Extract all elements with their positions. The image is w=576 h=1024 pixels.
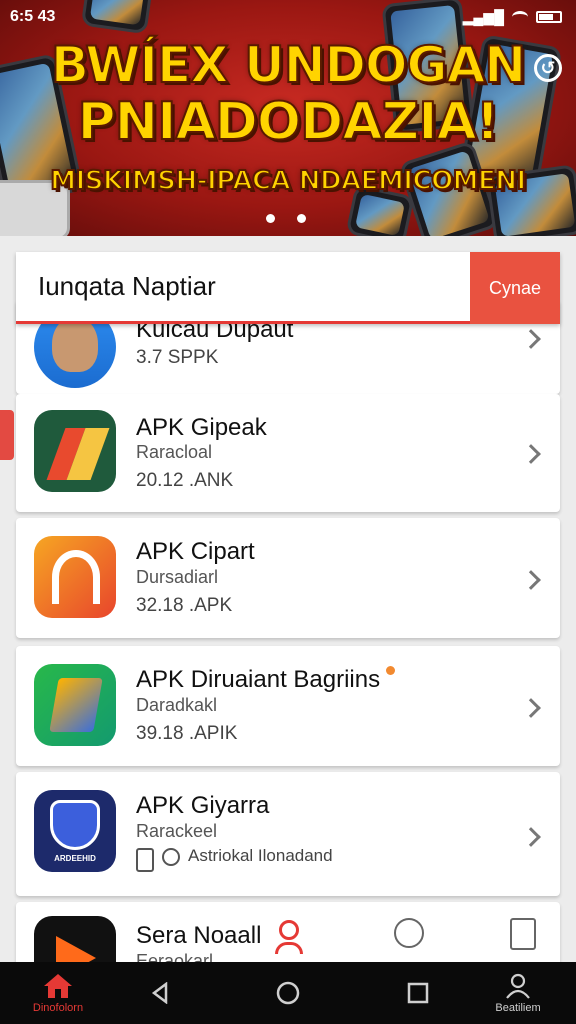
signal-icon: ▂▄▆█ (462, 8, 504, 25)
recents-button[interactable] (398, 962, 438, 1024)
share-icon[interactable]: ↺ (534, 54, 562, 82)
banner-title-line2: PNIADODAZIA! (76, 91, 500, 153)
search-button[interactable]: Cynae (470, 252, 560, 324)
app-size: Astriokal Ilonadand (188, 846, 333, 865)
promo-banner[interactable]: 6:5 43 ▂▄▆█ BWÍEX UNDOGAN PNIADODAZIA! M… (0, 0, 576, 236)
person-icon[interactable] (274, 920, 304, 956)
avatar (52, 316, 98, 372)
chevron-right-icon (521, 698, 541, 718)
app-size: 3.7 SPPK (136, 347, 219, 368)
app-category: Daradkakl (136, 695, 218, 715)
building-icon[interactable] (510, 918, 536, 950)
status-bar: 6:5 43 ▂▄▆█ (10, 6, 562, 28)
app-name: APK Gipeak (136, 414, 267, 441)
chat-icon[interactable] (394, 918, 424, 948)
status-time: 6:5 43 (10, 8, 56, 25)
nav-home-label: Dinofolorn (32, 1002, 84, 1014)
banner-subtitle: MISKIMSH-IPACA NDAEMICOMENI (49, 165, 527, 197)
profile-icon (506, 973, 530, 999)
app-list-item[interactable]: APK Diruaiant Bagriins Daradkakl 39.18 .… (16, 646, 560, 766)
app-icon (34, 664, 116, 746)
app-size: 39.18 .APIK (136, 723, 238, 744)
circle-home-icon (276, 981, 300, 1005)
search-icon (162, 848, 180, 866)
chevron-right-icon (521, 329, 541, 349)
nav-home[interactable]: Dinofolorn (20, 962, 96, 1024)
chevron-right-icon (521, 827, 541, 847)
app-category: Rarackeel (136, 821, 218, 841)
carousel-dot[interactable] (266, 214, 275, 223)
app-icon (34, 410, 116, 492)
app-name: Sera Noaall (136, 922, 262, 949)
app-category: Raracloal (136, 442, 213, 462)
app-name: APK Giyarra (136, 792, 270, 819)
banner-title-line1: BWÍEX UNDOGAN (50, 35, 527, 95)
search-input[interactable] (16, 252, 470, 324)
back-icon (151, 982, 168, 1004)
carousel-dots[interactable] (266, 214, 306, 223)
carousel-dot[interactable] (297, 214, 306, 223)
back-button[interactable] (140, 962, 180, 1024)
app-list-item[interactable]: ARDEEHID APK Giyarra Rarackeel Astriokal… (16, 772, 560, 896)
home-icon (44, 974, 72, 998)
app-name: APK Diruaiant Bagriins (136, 666, 381, 693)
wifi-icon (512, 11, 528, 23)
app-screen: 6:5 43 ▂▄▆█ BWÍEX UNDOGAN PNIADODAZIA! M… (0, 0, 576, 1024)
app-name: APK Cipart (136, 538, 255, 565)
home-button[interactable] (268, 962, 308, 1024)
battery-icon (536, 11, 562, 23)
bottom-navigation: Dinofolorn Beatiliem (0, 962, 576, 1024)
nav-profile-label: Beatiliem (495, 1002, 541, 1014)
notification-dot (386, 666, 395, 675)
app-icon-text: ARDEEHID (54, 854, 96, 863)
app-size: 20.12 .ANK (136, 470, 234, 491)
app-list-item[interactable]: APK Gipeak Raracloal 20.12 .ANK (16, 394, 560, 512)
side-drawer-handle[interactable] (0, 410, 14, 460)
recents-icon (407, 982, 429, 1004)
chevron-right-icon (521, 570, 541, 590)
app-icon (34, 536, 116, 618)
app-size: 32.18 .APK (136, 595, 233, 616)
app-icon: ARDEEHID (34, 790, 116, 872)
app-list-item[interactable]: APK Cipart Dursadiarl 32.18 .APK (16, 518, 560, 638)
nav-profile[interactable]: Beatiliem (480, 962, 556, 1024)
search-bar: Cynae (16, 252, 560, 324)
app-category: Dursadiarl (136, 567, 219, 587)
phone-icon (136, 848, 154, 872)
chevron-right-icon (521, 444, 541, 464)
